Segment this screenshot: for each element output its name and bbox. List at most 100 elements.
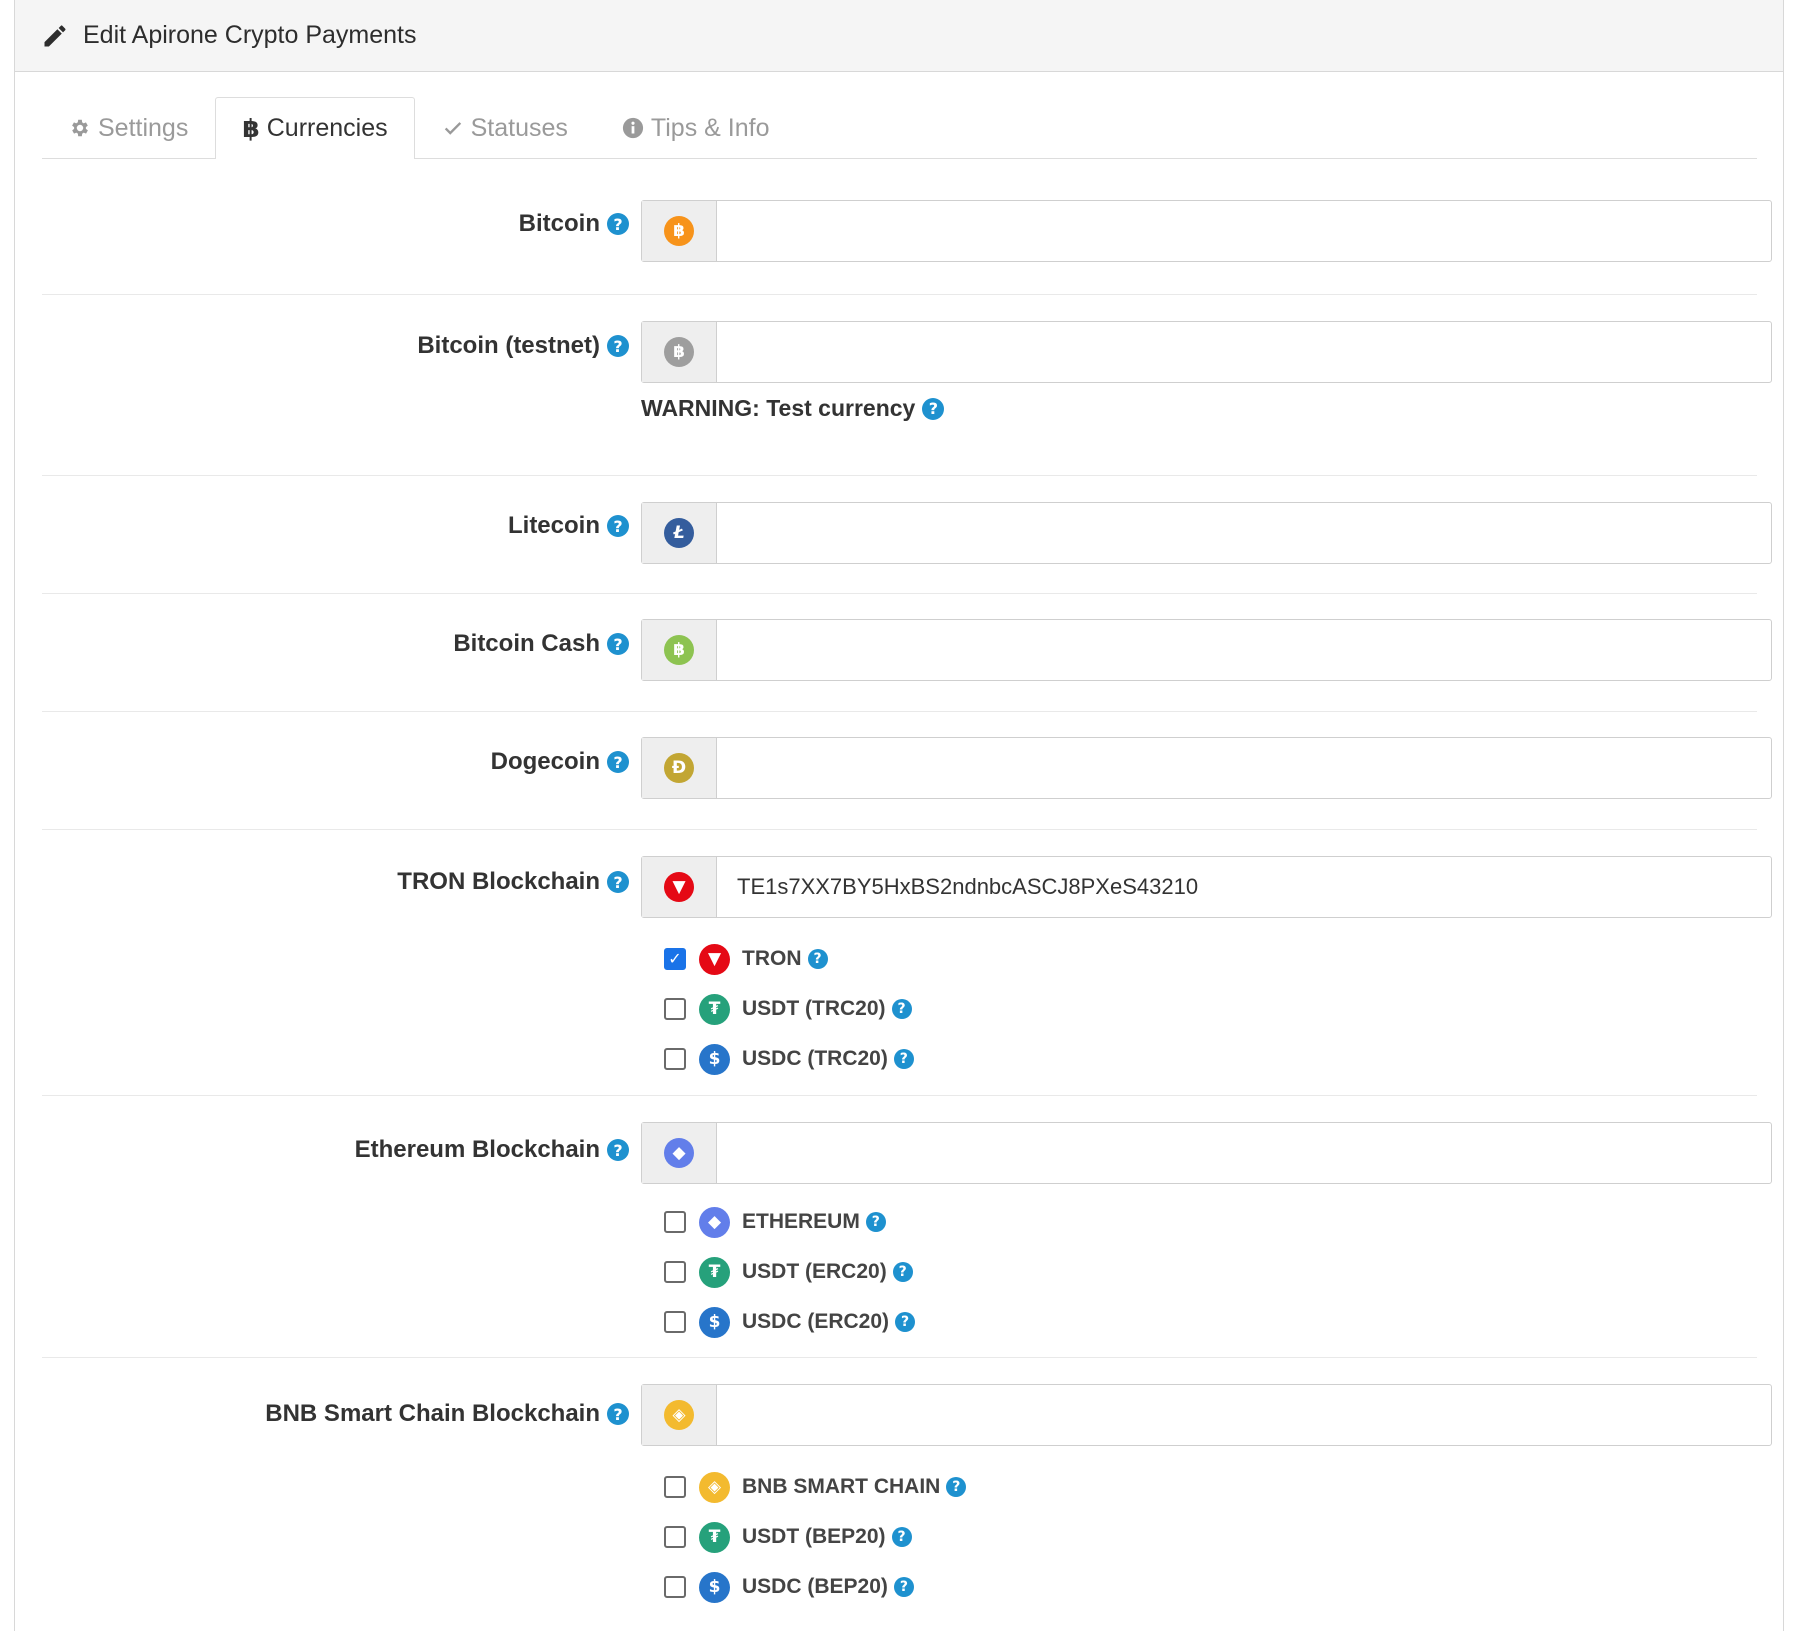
token-option-ethereum[interactable]: ◆ ETHEREUM ? bbox=[664, 1197, 915, 1247]
field-label: Bitcoin (testnet) ? bbox=[417, 332, 629, 360]
tab-statuses[interactable]: Statuses bbox=[415, 97, 595, 158]
checkbox-checked[interactable]: ✓ bbox=[664, 948, 686, 970]
ethereum-icon: ◆ bbox=[699, 1206, 730, 1238]
checkbox[interactable] bbox=[664, 998, 686, 1020]
token-option-usdt-trc20[interactable]: ₮ USDT (TRC20) ? bbox=[664, 984, 914, 1034]
bitcoin-address-input[interactable] bbox=[717, 201, 1771, 261]
bnb-icon: ◈ bbox=[664, 1400, 694, 1430]
bnb-token-list: ◈ BNB SMART CHAIN ? ₮ USDT (BEP20) ? $ U… bbox=[664, 1462, 967, 1612]
dogecoin-addon: Ð bbox=[642, 738, 717, 798]
tab-settings[interactable]: Settings bbox=[42, 97, 215, 158]
checkbox[interactable] bbox=[664, 1211, 686, 1233]
help-icon[interactable]: ? bbox=[891, 1527, 912, 1547]
token-option-usdt-erc20[interactable]: ₮ USDT (ERC20) ? bbox=[664, 1247, 915, 1297]
checkbox[interactable] bbox=[664, 1576, 686, 1598]
currency-row-bitcoin-testnet: Bitcoin (testnet) ? ฿ WARNING: Test curr… bbox=[42, 295, 1772, 476]
ethereum-address-input[interactable] bbox=[717, 1123, 1771, 1183]
checkbox[interactable] bbox=[664, 1048, 686, 1070]
dogecoin-address-input[interactable] bbox=[717, 738, 1771, 798]
bitcoin-label: Bitcoin bbox=[518, 210, 600, 237]
dogecoin-icon: Ð bbox=[664, 753, 694, 783]
bitcoin-testnet-address-group: ฿ bbox=[641, 321, 1772, 383]
tether-icon: ₮ bbox=[699, 993, 730, 1025]
tab-settings-label: Settings bbox=[98, 113, 189, 142]
token-label: USDT (BEP20) bbox=[742, 1525, 886, 1548]
tab-tips-info-label: Tips & Info bbox=[650, 113, 770, 142]
help-icon[interactable]: ? bbox=[807, 949, 828, 969]
info-icon bbox=[622, 117, 644, 139]
token-label: ETHEREUM bbox=[742, 1210, 860, 1233]
bitcoin-addon: ฿ bbox=[642, 201, 717, 261]
field-label: TRON Blockchain ? bbox=[397, 868, 629, 896]
checkbox[interactable] bbox=[664, 1261, 686, 1283]
help-icon[interactable]: ? bbox=[892, 1262, 913, 1282]
gear-icon bbox=[69, 117, 91, 139]
bitcoin-cash-address-input[interactable] bbox=[717, 620, 1771, 680]
field-label: Litecoin ? bbox=[508, 512, 629, 540]
bitcoin-cash-address-group: ฿ bbox=[641, 619, 1772, 681]
help-icon[interactable]: ? bbox=[607, 335, 629, 357]
help-icon[interactable]: ? bbox=[607, 633, 629, 655]
checkbox[interactable] bbox=[664, 1526, 686, 1548]
currency-row-tron: TRON Blockchain ? ▼ ✓ ▼ TRON ? ₮ bbox=[42, 830, 1772, 1096]
test-currency-warning: WARNING: Test currency ? bbox=[641, 395, 945, 422]
help-icon[interactable]: ? bbox=[891, 999, 912, 1019]
litecoin-addon: Ł bbox=[642, 503, 717, 563]
help-icon[interactable]: ? bbox=[607, 871, 629, 893]
tron-token-list: ✓ ▼ TRON ? ₮ USDT (TRC20) ? $ USDC (TRC2… bbox=[664, 934, 914, 1084]
token-option-usdc-erc20[interactable]: $ USDC (ERC20) ? bbox=[664, 1297, 916, 1347]
tab-currencies-label: Currencies bbox=[266, 114, 388, 142]
tron-addon: ▼ bbox=[642, 857, 717, 917]
tab-statuses-label: Statuses bbox=[470, 113, 568, 142]
token-label: USDC (TRC20) bbox=[742, 1047, 888, 1070]
help-icon[interactable]: ? bbox=[865, 1212, 886, 1232]
checkbox[interactable] bbox=[664, 1476, 686, 1498]
checkbox[interactable] bbox=[664, 1311, 686, 1333]
tron-icon: ▼ bbox=[699, 943, 730, 975]
field-label: Ethereum Blockchain ? bbox=[355, 1136, 629, 1164]
tab-tips-info[interactable]: Tips & Info bbox=[595, 97, 797, 158]
currency-row-bitcoin-cash: Bitcoin Cash ? ฿ bbox=[42, 594, 1772, 712]
token-option-bnb[interactable]: ◈ BNB SMART CHAIN ? bbox=[664, 1462, 967, 1512]
tron-address-group: ▼ bbox=[641, 856, 1772, 918]
help-icon[interactable]: ? bbox=[607, 1139, 629, 1161]
tron-label: TRON Blockchain bbox=[397, 868, 600, 895]
help-icon[interactable]: ? bbox=[922, 397, 945, 420]
bitcoin-testnet-addon: ฿ bbox=[642, 322, 717, 382]
bitcoin-testnet-address-input[interactable] bbox=[717, 322, 1771, 382]
help-icon[interactable]: ? bbox=[895, 1312, 916, 1332]
help-icon[interactable]: ? bbox=[607, 1403, 629, 1425]
tab-currencies[interactable]: ฿ Currencies bbox=[215, 97, 415, 159]
bitcoin-icon: ฿ bbox=[242, 114, 260, 143]
token-label: BNB SMART CHAIN bbox=[742, 1475, 941, 1498]
ethereum-token-list: ◆ ETHEREUM ? ₮ USDT (ERC20) ? $ USDC (ER… bbox=[664, 1197, 916, 1347]
usdc-icon: $ bbox=[699, 1043, 730, 1075]
token-label: USDC (ERC20) bbox=[742, 1310, 890, 1333]
bnb-address-group: ◈ bbox=[641, 1384, 1772, 1446]
bnb-address-input[interactable] bbox=[717, 1385, 1771, 1445]
token-option-tron[interactable]: ✓ ▼ TRON ? bbox=[664, 934, 914, 984]
token-option-usdt-bep20[interactable]: ₮ USDT (BEP20) ? bbox=[664, 1512, 966, 1562]
usdc-icon: $ bbox=[699, 1306, 730, 1338]
currency-row-ethereum: Ethereum Blockchain ? ◆ ◆ ETHEREUM ? ₮ U… bbox=[42, 1096, 1772, 1358]
warning-text: WARNING: Test currency bbox=[641, 395, 916, 421]
dogecoin-address-group: Ð bbox=[641, 737, 1772, 799]
currencies-form: Bitcoin ? ฿ Bitcoin (testnet) ? ฿ WARNIN… bbox=[42, 160, 1772, 1618]
litecoin-address-input[interactable] bbox=[717, 503, 1771, 563]
help-icon[interactable]: ? bbox=[893, 1049, 914, 1069]
ethereum-addon: ◆ bbox=[642, 1123, 717, 1183]
token-option-usdc-bep20[interactable]: $ USDC (BEP20) ? bbox=[664, 1562, 966, 1612]
ethereum-label: Ethereum Blockchain bbox=[354, 1136, 600, 1163]
help-icon[interactable]: ? bbox=[607, 515, 629, 537]
dogecoin-label: Dogecoin bbox=[490, 748, 600, 775]
field-label: BNB Smart Chain Blockchain ? bbox=[265, 1400, 629, 1428]
help-icon[interactable]: ? bbox=[607, 213, 629, 235]
usdc-icon: $ bbox=[699, 1571, 730, 1603]
token-option-usdc-trc20[interactable]: $ USDC (TRC20) ? bbox=[664, 1034, 914, 1084]
help-icon[interactable]: ? bbox=[893, 1577, 914, 1597]
tron-address-input[interactable] bbox=[717, 857, 1771, 917]
help-icon[interactable]: ? bbox=[946, 1477, 967, 1497]
help-icon[interactable]: ? bbox=[607, 751, 629, 773]
bnb-label: BNB Smart Chain Blockchain bbox=[265, 1400, 600, 1427]
token-label: USDC (BEP20) bbox=[742, 1575, 888, 1598]
